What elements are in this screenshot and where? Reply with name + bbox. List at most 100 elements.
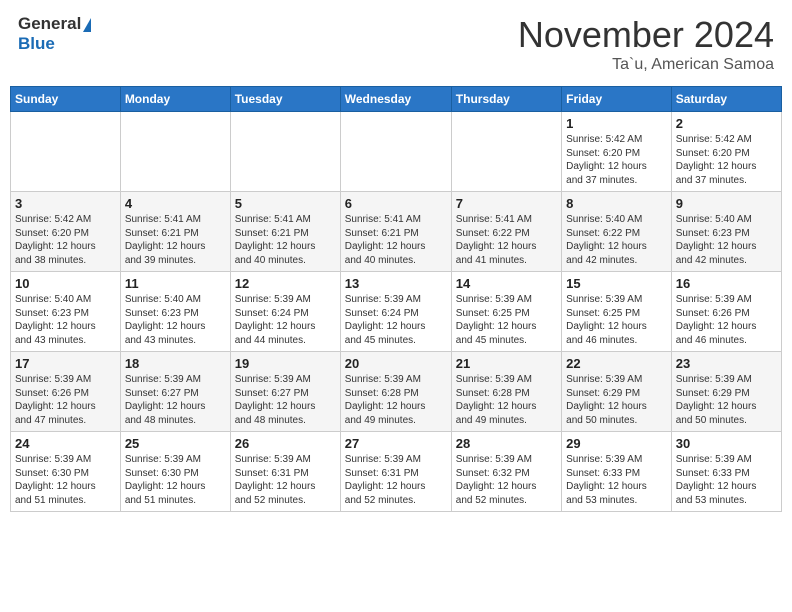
weekday-header-friday: Friday: [562, 87, 672, 112]
day-number: 18: [125, 356, 226, 371]
calendar-cell: 30Sunrise: 5:39 AMSunset: 6:33 PMDayligh…: [671, 432, 781, 512]
day-info: Sunrise: 5:40 AMSunset: 6:23 PMDaylight:…: [125, 293, 226, 347]
logo-blue-text: Blue: [18, 34, 55, 54]
calendar-cell: 17 Sunrise: 5:39 AMSunset: 6:26 PMDayligh…: [11, 352, 121, 432]
day-number: 20: [345, 356, 447, 371]
day-number: 26: [235, 436, 336, 451]
weekday-header-monday: Monday: [120, 87, 230, 112]
day-info: Sunrise: 5:40 AMSunset: 6:22 PMDaylight:…: [566, 213, 667, 267]
day-number: 1: [566, 116, 667, 131]
calendar-cell: [451, 112, 561, 192]
day-info: Sunrise: 5:39 AMSunset: 6:31 PMDaylight:…: [235, 453, 336, 507]
calendar-cell: [120, 112, 230, 192]
calendar-cell: [230, 112, 340, 192]
day-info: Sunrise: 5:39 AMSunset: 6:25 PMDaylight:…: [566, 293, 667, 347]
day-number: 11: [125, 276, 226, 291]
day-info: Sunrise: 5:39 AMSunset: 6:25 PMDaylight:…: [456, 293, 557, 347]
day-number: 14: [456, 276, 557, 291]
day-number: 19: [235, 356, 336, 371]
calendar-cell: 10Sunrise: 5:40 AMSunset: 6:23 PMDayligh…: [11, 272, 121, 352]
calendar-cell: 4Sunrise: 5:41 AMSunset: 6:21 PMDaylight…: [120, 192, 230, 272]
calendar-cell: 24 Sunrise: 5:39 AMSunset: 6:30 PMDayligh…: [11, 432, 121, 512]
month-title: November 2024: [518, 14, 774, 56]
calendar-cell: 11 Sunrise: 5:40 AMSunset: 6:23 PMDayligh…: [120, 272, 230, 352]
day-info: Sunrise: 5:39 AMSunset: 6:27 PMDaylight:…: [235, 373, 336, 427]
calendar-cell: 29Sunrise: 5:39 AMSunset: 6:33 PMDayligh…: [562, 432, 672, 512]
calendar-cell: 3 Sunrise: 5:42 AMSunset: 6:20 PMDaylight…: [11, 192, 121, 272]
calendar-week-row: 1 Sunrise: 5:42 AMSunset: 6:20 PMDaylight…: [11, 112, 782, 192]
day-info: Sunrise: 5:39 AMSunset: 6:26 PMDaylight:…: [15, 373, 116, 427]
day-info: Sunrise: 5:39 AMSunset: 6:28 PMDaylight:…: [345, 373, 447, 427]
logo-icon: General: [18, 14, 91, 34]
day-info: Sunrise: 5:39 AMSunset: 6:32 PMDaylight:…: [456, 453, 557, 507]
day-number: 27: [345, 436, 447, 451]
calendar-cell: 21 Sunrise: 5:39 AMSunset: 6:28 PMDayligh…: [451, 352, 561, 432]
calendar-cell: 25 Sunrise: 5:39 AMSunset: 6:30 PMDayligh…: [120, 432, 230, 512]
day-number: 3: [15, 196, 116, 211]
day-info: Sunrise: 5:39 AMSunset: 6:29 PMDaylight:…: [676, 373, 777, 427]
day-number: 10: [15, 276, 116, 291]
day-number: 28: [456, 436, 557, 451]
calendar-cell: 14 Sunrise: 5:39 AMSunset: 6:25 PMDayligh…: [451, 272, 561, 352]
calendar-cell: 5Sunrise: 5:41 AMSunset: 6:21 PMDaylight…: [230, 192, 340, 272]
logo-triangle-icon: [83, 18, 91, 32]
page-header: General Blue November 2024 Ta`u, America…: [10, 10, 782, 78]
day-number: 17: [15, 356, 116, 371]
calendar-week-row: 3 Sunrise: 5:42 AMSunset: 6:20 PMDaylight…: [11, 192, 782, 272]
day-number: 7: [456, 196, 557, 211]
day-info: Sunrise: 5:39 AMSunset: 6:30 PMDaylight:…: [15, 453, 116, 507]
day-number: 2: [676, 116, 777, 131]
calendar-cell: 16 Sunrise: 5:39 AMSunset: 6:26 PMDayligh…: [671, 272, 781, 352]
calendar-cell: [340, 112, 451, 192]
day-number: 24: [15, 436, 116, 451]
calendar-cell: 22Sunrise: 5:39 AMSunset: 6:29 PMDayligh…: [562, 352, 672, 432]
day-info: Sunrise: 5:39 AMSunset: 6:30 PMDaylight:…: [125, 453, 226, 507]
calendar-cell: 18Sunrise: 5:39 AMSunset: 6:27 PMDayligh…: [120, 352, 230, 432]
day-info: Sunrise: 5:40 AMSunset: 6:23 PMDaylight:…: [676, 213, 777, 267]
day-info: Sunrise: 5:39 AMSunset: 6:24 PMDaylight:…: [235, 293, 336, 347]
calendar-cell: 13Sunrise: 5:39 AMSunset: 6:24 PMDayligh…: [340, 272, 451, 352]
day-number: 22: [566, 356, 667, 371]
weekday-header-tuesday: Tuesday: [230, 87, 340, 112]
day-number: 25: [125, 436, 226, 451]
calendar-cell: 12 Sunrise: 5:39 AMSunset: 6:24 PMDayligh…: [230, 272, 340, 352]
day-info: Sunrise: 5:39 AMSunset: 6:28 PMDaylight:…: [456, 373, 557, 427]
day-info: Sunrise: 5:42 AMSunset: 6:20 PMDaylight:…: [566, 133, 667, 187]
day-info: Sunrise: 5:39 AMSunset: 6:33 PMDaylight:…: [676, 453, 777, 507]
calendar-cell: 28 Sunrise: 5:39 AMSunset: 6:32 PMDayligh…: [451, 432, 561, 512]
weekday-header-wednesday: Wednesday: [340, 87, 451, 112]
calendar-cell: 23 Sunrise: 5:39 AMSunset: 6:29 PMDayligh…: [671, 352, 781, 432]
day-info: Sunrise: 5:41 AMSunset: 6:22 PMDaylight:…: [456, 213, 557, 267]
calendar-cell: 8 Sunrise: 5:40 AMSunset: 6:22 PMDaylight…: [562, 192, 672, 272]
day-info: Sunrise: 5:39 AMSunset: 6:31 PMDaylight:…: [345, 453, 447, 507]
day-number: 29: [566, 436, 667, 451]
day-info: Sunrise: 5:42 AMSunset: 6:20 PMDaylight:…: [676, 133, 777, 187]
day-number: 21: [456, 356, 557, 371]
day-number: 16: [676, 276, 777, 291]
calendar-cell: 27 Sunrise: 5:39 AMSunset: 6:31 PMDayligh…: [340, 432, 451, 512]
calendar-cell: 7 Sunrise: 5:41 AMSunset: 6:22 PMDaylight…: [451, 192, 561, 272]
weekday-header-sunday: Sunday: [11, 87, 121, 112]
day-info: Sunrise: 5:41 AMSunset: 6:21 PMDaylight:…: [345, 213, 447, 267]
day-info: Sunrise: 5:39 AMSunset: 6:26 PMDaylight:…: [676, 293, 777, 347]
day-number: 23: [676, 356, 777, 371]
calendar-cell: 20 Sunrise: 5:39 AMSunset: 6:28 PMDayligh…: [340, 352, 451, 432]
calendar-week-row: 17 Sunrise: 5:39 AMSunset: 6:26 PMDayligh…: [11, 352, 782, 432]
calendar-week-row: 10 Sunrise: 5:40 AMSunset: 6:23 PMDayligh…: [11, 272, 782, 352]
title-block: November 2024 Ta`u, American Samoa: [518, 14, 774, 74]
calendar-cell: 26 Sunrise: 5:39 AMSunset: 6:31 PMDayligh…: [230, 432, 340, 512]
location-title: Ta`u, American Samoa: [518, 56, 774, 74]
calendar-cell: 6 Sunrise: 5:41 AMSunset: 6:21 PMDaylight…: [340, 192, 451, 272]
weekday-header-row: SundayMondayTuesdayWednesdayThursdayFrid…: [11, 87, 782, 112]
day-number: 5: [235, 196, 336, 211]
day-info: Sunrise: 5:41 AMSunset: 6:21 PMDaylight:…: [125, 213, 226, 267]
day-number: 8: [566, 196, 667, 211]
day-number: 6: [345, 196, 447, 211]
calendar-table: SundayMondayTuesdayWednesdayThursdayFrid…: [10, 86, 782, 512]
logo: General Blue: [18, 14, 91, 54]
day-number: 12: [235, 276, 336, 291]
calendar-cell: 19 Sunrise: 5:39 AMSunset: 6:27 PMDayligh…: [230, 352, 340, 432]
day-number: 13: [345, 276, 447, 291]
day-info: Sunrise: 5:42 AMSunset: 6:20 PMDaylight:…: [15, 213, 116, 267]
calendar-cell: 9Sunrise: 5:40 AMSunset: 6:23 PMDaylight…: [671, 192, 781, 272]
